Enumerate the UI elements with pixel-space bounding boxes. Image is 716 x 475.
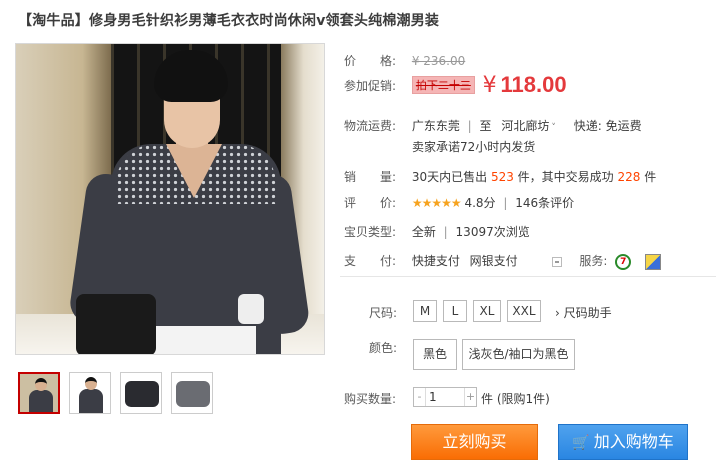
- color-label: 颜色:: [369, 341, 398, 355]
- chevron-down-icon: ˅: [551, 123, 556, 133]
- separator: |: [467, 119, 472, 133]
- seven-day-return-icon[interactable]: 7: [615, 253, 632, 270]
- sales-middle: 件，其中交易成功: [517, 170, 614, 184]
- condition-row: 宝贝类型: 全新 | 13097次浏览: [344, 223, 530, 240]
- main-product-image[interactable]: [15, 43, 325, 355]
- express-fee: 快递: 免运费: [573, 119, 642, 133]
- ship-to-select[interactable]: 河北廊坊 ˅: [501, 119, 559, 133]
- product-title: 【淘牛品】修身男毛针织衫男薄毛衣衣时尚休闲v领套头纯棉潮男装: [18, 13, 440, 29]
- payment-label: 支 付:: [344, 254, 397, 268]
- size-option-xxl[interactable]: XXL: [507, 300, 541, 322]
- size-option-l[interactable]: L: [443, 300, 467, 322]
- view-count: 13097次浏览: [455, 225, 530, 239]
- thumbnail-1[interactable]: [18, 372, 60, 414]
- cart-icon: 🛒: [572, 435, 590, 451]
- quantity-input[interactable]: [427, 388, 463, 406]
- rating-score: 4.8分: [464, 196, 496, 210]
- service-label: 服务:: [579, 254, 608, 268]
- promo-price-row: 参加促销: 拍下二十三 ¥ 118.00: [344, 72, 567, 98]
- original-price-row: 价 格: ¥ 236.00: [344, 52, 465, 69]
- shipping-label: 物流运费:: [344, 119, 397, 133]
- quantity-plus-button[interactable]: +: [464, 388, 476, 406]
- size-option-m[interactable]: M: [413, 300, 437, 322]
- separator: |: [443, 225, 448, 239]
- add-to-cart-button[interactable]: 🛒 加入购物车: [558, 424, 688, 460]
- payment-option-bank: 网银支付: [469, 254, 518, 268]
- rating-row: 评 价: ★★★★★ 4.8分 | 146条评价: [344, 194, 574, 211]
- add-to-cart-label: 加入购物车: [593, 432, 674, 451]
- thumbnail-strip: [18, 372, 213, 414]
- condition-value: 全新: [411, 225, 436, 239]
- divider: [340, 276, 716, 277]
- payment-expand-icon[interactable]: [551, 256, 562, 267]
- thumbnail-2[interactable]: [69, 372, 111, 414]
- shipping-row: 物流运费: 广东东莞 | 至 河北廊坊 ˅ 快递: 免运费: [344, 117, 642, 134]
- ship-to: 河北廊坊: [501, 119, 550, 133]
- currency-symbol: ¥: [482, 72, 497, 98]
- ship-to-prefix: 至: [479, 119, 492, 133]
- ship-promise: 卖家承诺72小时内发货: [412, 140, 536, 154]
- quantity-note: 件 (限购1件): [481, 392, 550, 406]
- rating-label: 评 价:: [344, 196, 397, 210]
- original-price: ¥ 236.00: [411, 54, 466, 68]
- promo-price: 118.00: [500, 72, 567, 97]
- color-option-lightgray[interactable]: 浅灰色/袖口为黑色: [462, 339, 575, 370]
- thumbnail-3[interactable]: [120, 372, 162, 414]
- sales-label: 销 量:: [344, 170, 397, 184]
- size-option-xl[interactable]: XL: [473, 300, 501, 322]
- condition-label: 宝贝类型:: [344, 225, 397, 239]
- credit-card-icon[interactable]: [645, 253, 662, 270]
- sales-suffix: 件: [644, 170, 657, 184]
- sales-row: 销 量: 30天内已售出 523 件，其中交易成功 228 件: [344, 168, 656, 185]
- ship-from: 广东东莞: [411, 119, 460, 133]
- success-count: 228: [617, 170, 641, 184]
- payment-row: 支 付: 快捷支付 网银支付 服务: 7: [344, 252, 662, 270]
- promo-label: 参加促销:: [344, 78, 397, 93]
- promo-tag: 拍下二十三: [411, 76, 475, 94]
- quantity-stepper: - +: [413, 387, 477, 407]
- product-photo: [16, 44, 324, 354]
- payment-option-quick: 快捷支付: [411, 254, 460, 268]
- review-count-link[interactable]: 146条评价: [515, 196, 574, 210]
- thumbnail-4[interactable]: [171, 372, 213, 414]
- size-guide-link[interactable]: › 尺码助手: [555, 304, 612, 321]
- color-option-black[interactable]: 黑色: [413, 339, 457, 370]
- separator: |: [503, 196, 508, 210]
- sales-prefix: 30天内已售出: [411, 170, 488, 184]
- buy-now-button[interactable]: 立刻购买: [411, 424, 538, 460]
- quantity-label: 购买数量:: [344, 392, 397, 406]
- quantity-minus-button[interactable]: -: [414, 388, 426, 406]
- size-label: 尺码:: [369, 306, 398, 320]
- sold-count: 523: [490, 170, 514, 184]
- price-label: 价 格:: [344, 54, 397, 68]
- star-rating-icon: ★★★★★: [411, 196, 462, 210]
